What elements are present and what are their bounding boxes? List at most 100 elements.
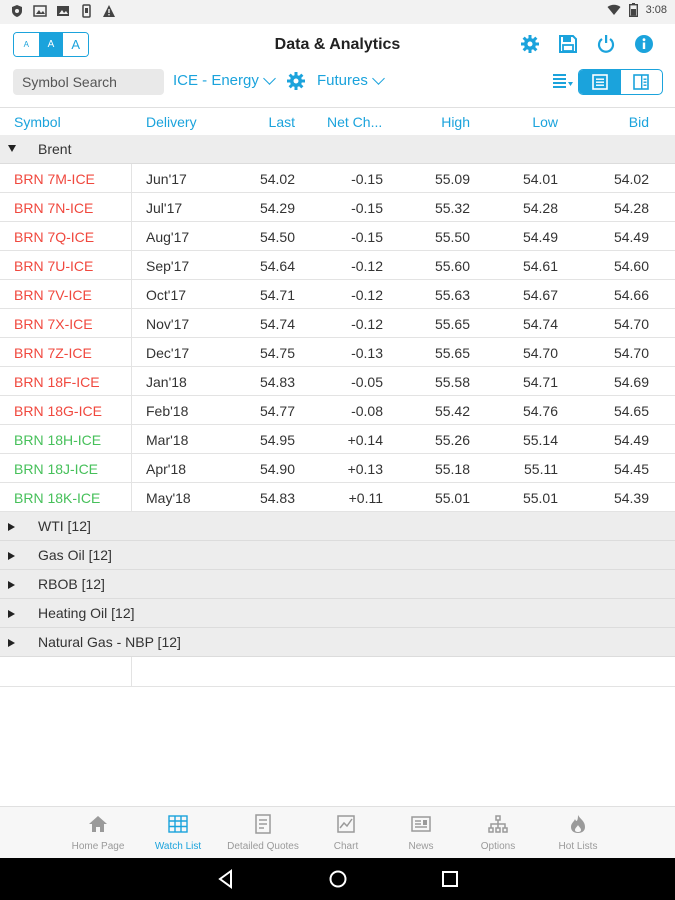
group-label: Natural Gas - NBP [12] xyxy=(38,634,181,650)
high-cell: 55.60 xyxy=(434,258,470,274)
bid-cell: 54.39 xyxy=(613,490,649,506)
table-row[interactable]: BRN 7N-ICE Jul'17 54.29 -0.15 55.32 54.28 54.2… xyxy=(0,193,675,222)
home-button-icon[interactable] xyxy=(328,869,348,889)
photo-icon xyxy=(57,6,69,16)
group-header[interactable]: Heating Oil [12] xyxy=(0,599,675,628)
bid-cell: 54.28 xyxy=(613,200,649,216)
table-row[interactable]: BRN 7U-ICE Sep'17 54.64 -0.12 55.60 54.61 54.6… xyxy=(0,251,675,280)
high-cell: 55.65 xyxy=(434,345,470,361)
symbol-cell[interactable]: BRN 18K-ICE xyxy=(14,490,100,506)
table-row[interactable]: BRN 18G-ICE Feb'18 54.77 -0.08 55.42 54.76 54.… xyxy=(0,396,675,425)
bid-cell: 54.02 xyxy=(613,171,649,187)
net-change-cell: -0.15 xyxy=(351,171,383,187)
high-cell: 55.65 xyxy=(434,316,470,332)
grid-icon xyxy=(168,815,188,833)
status-bar: 3:08 xyxy=(0,0,675,24)
column-header-bid[interactable]: Bid xyxy=(629,114,649,130)
nav-label: Watch List xyxy=(154,841,202,852)
nav-options[interactable]: Options xyxy=(458,813,538,852)
column-header-last[interactable]: Last xyxy=(269,114,295,130)
delivery-cell: Aug'17 xyxy=(146,229,190,245)
symbol-cell[interactable]: BRN 18G-ICE xyxy=(14,403,102,419)
table-row[interactable]: BRN 18H-ICE Mar'18 54.95 +0.14 55.26 55.14 54.… xyxy=(0,425,675,454)
symbol-search-input[interactable]: Symbol Search xyxy=(13,69,164,95)
bid-cell: 54.70 xyxy=(613,316,649,332)
symbol-cell[interactable]: BRN 18H-ICE xyxy=(14,432,101,448)
bottom-navigation: Home Page Watch List Detailed Quotes Cha… xyxy=(0,806,675,858)
list-view-button[interactable] xyxy=(579,70,621,94)
net-change-cell: +0.11 xyxy=(348,490,383,506)
symbol-cell[interactable]: BRN 7X-ICE xyxy=(14,316,93,332)
group-header[interactable]: Gas Oil [12] xyxy=(0,541,675,570)
group-header[interactable]: Natural Gas - NBP [12] xyxy=(0,628,675,657)
filter-settings-icon[interactable] xyxy=(286,71,306,96)
detail-view-button[interactable] xyxy=(621,70,663,94)
view-toggle xyxy=(578,69,663,95)
column-header-symbol[interactable]: Symbol xyxy=(14,114,61,130)
symbol-cell[interactable]: BRN 7V-ICE xyxy=(14,287,92,303)
nav-news[interactable]: News xyxy=(381,813,461,852)
table-row[interactable]: BRN 18K-ICE May'18 54.83 +0.11 55.01 55.01 54.… xyxy=(0,483,675,512)
group-header[interactable]: RBOB [12] xyxy=(0,570,675,599)
news-icon xyxy=(411,816,431,832)
chevron-down-icon xyxy=(263,71,276,85)
nav-detailed-quotes[interactable]: Detailed Quotes xyxy=(223,813,303,852)
low-cell: 54.49 xyxy=(522,229,558,245)
recents-icon[interactable] xyxy=(440,869,460,889)
image-icon xyxy=(33,5,47,17)
nav-chart[interactable]: Chart xyxy=(306,813,386,852)
list-view-icon xyxy=(591,74,608,90)
nav-hot-lists[interactable]: Hot Lists xyxy=(538,813,618,852)
last-cell: 54.90 xyxy=(259,461,295,477)
table-row[interactable]: BRN 18F-ICE Jan'18 54.83 -0.05 55.58 54.71 54.… xyxy=(0,367,675,396)
symbol-cell[interactable]: BRN 7Q-ICE xyxy=(14,229,94,245)
column-header-high[interactable]: High xyxy=(441,114,470,130)
table-row[interactable]: BRN 7Z-ICE Dec'17 54.75 -0.13 55.65 54.70 54.7… xyxy=(0,338,675,367)
net-change-cell: -0.12 xyxy=(351,258,383,274)
net-change-cell: -0.15 xyxy=(351,200,383,216)
high-cell: 55.09 xyxy=(434,171,470,187)
delivery-cell: Jan'18 xyxy=(146,374,187,390)
info-icon[interactable] xyxy=(633,33,655,55)
detail-view-icon xyxy=(633,74,650,90)
exchange-dropdown[interactable]: ICE - Energy xyxy=(173,71,276,89)
last-cell: 54.77 xyxy=(259,403,295,419)
settings-icon[interactable] xyxy=(519,33,541,55)
table-row[interactable]: BRN 7V-ICE Oct'17 54.71 -0.12 55.63 54.67 54.6… xyxy=(0,280,675,309)
triangle-right-icon xyxy=(8,523,15,531)
high-cell: 55.18 xyxy=(434,461,470,477)
symbol-cell[interactable]: BRN 7Z-ICE xyxy=(14,345,92,361)
table-row[interactable]: BRN 18J-ICE Apr'18 54.90 +0.13 55.18 55.11 54.… xyxy=(0,454,675,483)
back-icon[interactable] xyxy=(216,869,236,889)
symbol-cell[interactable]: BRN 18J-ICE xyxy=(14,461,98,477)
list-sort-icon[interactable] xyxy=(553,73,573,94)
quote-icon xyxy=(255,814,271,834)
bid-cell: 54.65 xyxy=(613,403,649,419)
warning-icon xyxy=(103,5,115,17)
symbol-cell[interactable]: BRN 7U-ICE xyxy=(14,258,93,274)
nav-label: News xyxy=(408,841,434,852)
column-header-low[interactable]: Low xyxy=(532,114,558,130)
symbol-cell[interactable]: BRN 7N-ICE xyxy=(14,200,93,216)
group-header[interactable]: WTI [12] xyxy=(0,512,675,541)
net-change-cell: +0.13 xyxy=(347,461,383,477)
column-header-net-change[interactable]: Net Ch... xyxy=(327,114,382,130)
nav-watch-list[interactable]: Watch List xyxy=(138,813,218,852)
last-cell: 54.83 xyxy=(259,374,295,390)
column-header-delivery[interactable]: Delivery xyxy=(146,114,197,130)
high-cell: 55.58 xyxy=(434,374,470,390)
table-row[interactable]: BRN 7M-ICE Jun'17 54.02 -0.15 55.09 54.01 54.0… xyxy=(0,164,675,193)
net-change-cell: -0.05 xyxy=(351,374,383,390)
group-header-brent[interactable]: Brent xyxy=(0,135,675,164)
triangle-right-icon xyxy=(8,610,15,618)
symbol-cell[interactable]: BRN 18F-ICE xyxy=(14,374,100,390)
table-row[interactable]: BRN 7Q-ICE Aug'17 54.50 -0.15 55.50 54.49 54.4… xyxy=(0,222,675,251)
power-icon[interactable] xyxy=(595,33,617,55)
table-row[interactable]: BRN 7X-ICE Nov'17 54.74 -0.12 55.65 54.74 54.7… xyxy=(0,309,675,338)
nav-home-page[interactable]: Home Page xyxy=(58,813,138,852)
save-icon[interactable] xyxy=(557,33,579,55)
type-dropdown[interactable]: Futures xyxy=(317,71,385,89)
delivery-cell: Jun'17 xyxy=(146,171,187,187)
symbol-cell[interactable]: BRN 7M-ICE xyxy=(14,171,95,187)
low-cell: 54.01 xyxy=(522,171,558,187)
